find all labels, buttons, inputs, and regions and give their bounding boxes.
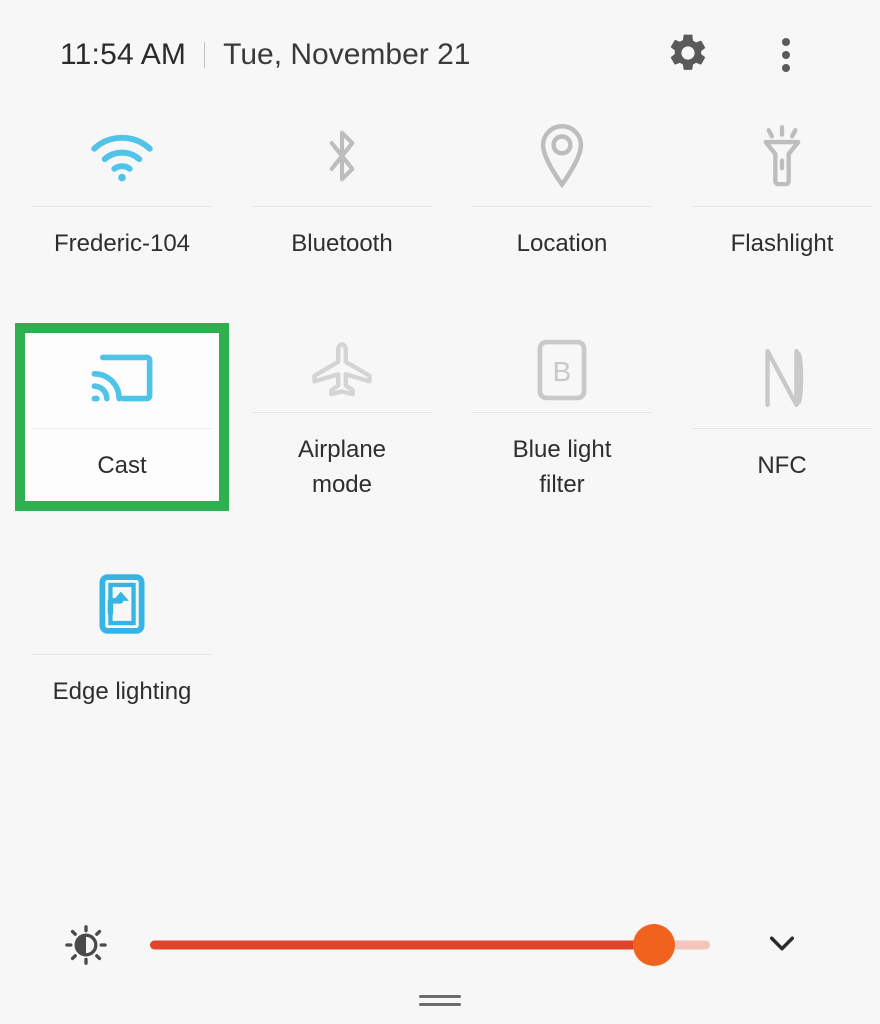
tile-label-wifi: Frederic-104 (53, 230, 191, 257)
brightness-slider[interactable] (150, 924, 710, 966)
clock-time: 11:54 AM (60, 38, 187, 71)
clock-date-separator (204, 42, 206, 68)
tile-icon-wrap: B (464, 332, 660, 412)
slider-fill (150, 940, 654, 950)
tile-label-edge-lighting: Edge lighting (52, 678, 192, 705)
tile-icon-wrap (24, 558, 220, 654)
tile-label-bluetooth: Bluetooth (291, 230, 393, 257)
settings-button[interactable] (652, 19, 724, 91)
svg-text:B: B (553, 355, 572, 386)
tile-icon-wrap (684, 332, 880, 428)
bluetooth-icon (315, 125, 369, 192)
tile-divider (32, 654, 212, 655)
slider-thumb[interactable] (633, 924, 675, 966)
quick-settings-row-3: Edge lighting (0, 558, 880, 728)
tile-label-cast: Cast (97, 452, 147, 479)
tile-label-nfc: NFC (757, 452, 807, 479)
tile-divider (32, 428, 212, 429)
current-date: Tue, November 21 (223, 38, 471, 71)
tile-icon-wrap (464, 110, 660, 206)
gear-icon (666, 31, 710, 80)
tile-blue-light-filter[interactable]: B Blue light filter (464, 332, 660, 502)
cast-icon (91, 351, 153, 410)
tile-divider (472, 412, 652, 413)
location-pin-icon (534, 123, 590, 194)
flashlight-icon (753, 123, 811, 194)
airplane-icon (309, 341, 375, 404)
chevron-down-icon (763, 924, 801, 967)
quick-settings-row-2: Cast Airplane mode B Blue light filter N… (0, 323, 880, 511)
tile-icon-wrap (244, 110, 440, 206)
tile-label-blue-light-filter: Blue light filter (512, 436, 612, 498)
tile-label-flashlight: Flashlight (730, 230, 834, 257)
tile-divider (692, 428, 872, 429)
three-dots-menu-icon (782, 38, 790, 72)
tile-edge-lighting[interactable]: Edge lighting (24, 558, 220, 728)
tile-flashlight[interactable]: Flashlight (684, 110, 880, 280)
overflow-menu-button[interactable] (750, 19, 822, 91)
quick-settings-row-1: Frederic-104 Bluetooth Location Flashlig… (0, 110, 880, 280)
tile-airplane-mode[interactable]: Airplane mode (244, 332, 440, 502)
brightness-icon (64, 923, 108, 967)
status-bar: 11:54 AM Tue, November 21 (0, 0, 880, 110)
tile-wifi[interactable]: Frederic-104 (24, 110, 220, 280)
tile-cast[interactable]: Cast (15, 323, 229, 511)
tile-label-airplane-mode: Airplane mode (297, 436, 387, 498)
nfc-icon (758, 347, 806, 414)
tile-bluetooth[interactable]: Bluetooth (244, 110, 440, 280)
wifi-icon (88, 130, 156, 187)
tile-icon-wrap (24, 332, 220, 428)
tile-icon-wrap (244, 332, 440, 412)
expand-brightness-button[interactable] (752, 915, 812, 975)
edge-lighting-icon (96, 573, 148, 640)
blue-light-filter-icon: B (537, 339, 587, 406)
tile-icon-wrap (24, 110, 220, 206)
tile-divider (252, 412, 432, 413)
tile-divider (252, 206, 432, 207)
tile-label-location: Location (516, 230, 608, 257)
tile-divider (692, 206, 872, 207)
tile-nfc[interactable]: NFC (684, 332, 880, 502)
tile-divider (472, 206, 652, 207)
tile-divider (32, 206, 212, 207)
quick-settings-panel: Frederic-104 Bluetooth Location Flashlig… (0, 110, 880, 728)
tile-icon-wrap (684, 110, 880, 206)
clock-date-group: 11:54 AM Tue, November 21 (60, 38, 470, 72)
brightness-control-row (0, 905, 880, 985)
drag-handle-icon[interactable] (419, 995, 461, 1006)
tile-location[interactable]: Location (464, 110, 660, 280)
header-actions (652, 0, 880, 110)
